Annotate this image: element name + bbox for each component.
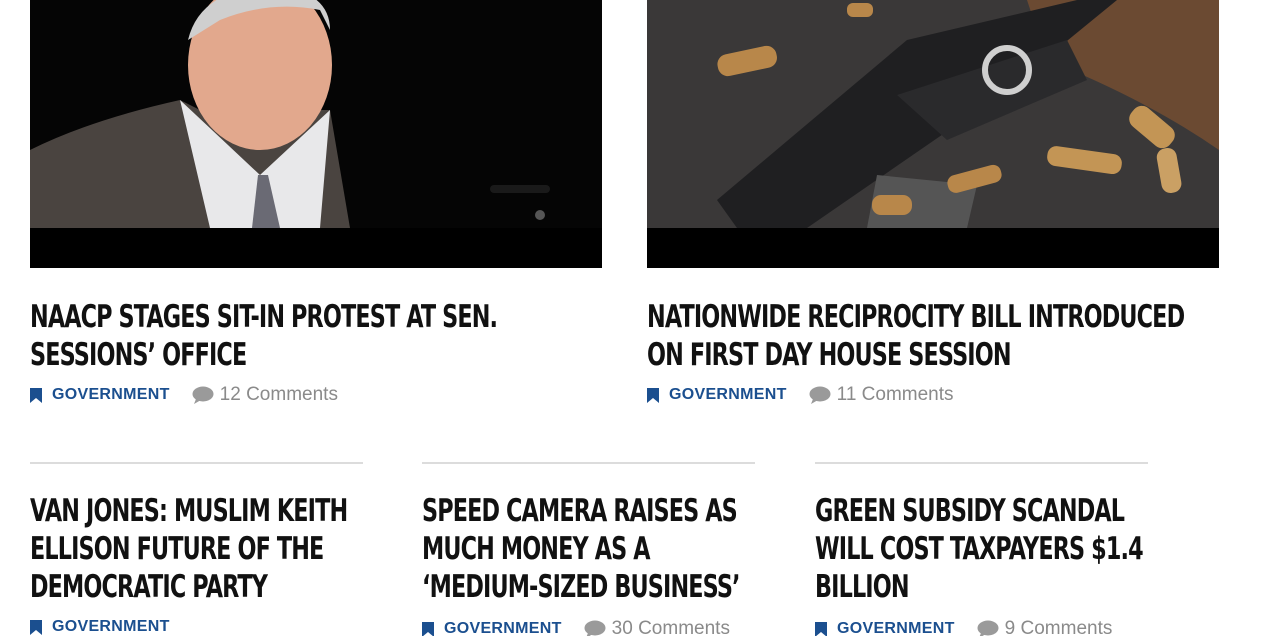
article-card-2[interactable]: SPEED CAMERA RAISES AS MUCH MONEY AS A ‘… [422,462,755,636]
comment-bubble-icon [192,386,214,404]
comment-bubble-icon [809,386,831,404]
pistol-photo [647,0,1219,228]
divider [815,462,1148,464]
category-link[interactable]: GOVERNMENT [815,620,955,636]
comments-link[interactable]: 30 Comments [584,618,730,636]
article-meta: GOVERNMENT 30 Comments [422,618,730,636]
category-link[interactable]: GOVERNMENT [30,386,170,404]
article-image[interactable] [30,0,602,268]
category-link[interactable]: GOVERNMENT [647,386,787,404]
article-meta: GOVERNMENT 11 Comments [647,384,954,406]
article-meta: GOVERNMENT [30,618,170,636]
category-label: GOVERNMENT [52,618,170,635]
featured-article-1[interactable]: NAACP STAGES SIT-IN PROTEST AT SEN. SESS… [30,0,602,405]
bookmark-icon [647,387,659,403]
comment-bubble-icon [977,620,999,636]
article-image[interactable] [647,0,1219,268]
divider [30,462,363,464]
article-title[interactable]: NAACP STAGES SIT-IN PROTEST AT SEN. SESS… [30,298,606,374]
article-meta: GOVERNMENT 9 Comments [815,618,1112,636]
speaker-photo [30,0,602,228]
featured-article-2[interactable]: NATIONWIDE RECIPROCITY BILL INTRODUCED O… [647,0,1219,405]
comments-count: 12 Comments [219,384,338,405]
category-label: GOVERNMENT [52,386,170,403]
article-title[interactable]: NATIONWIDE RECIPROCITY BILL INTRODUCED O… [647,298,1223,374]
comments-count: 9 Comments [1004,618,1113,636]
category-label: GOVERNMENT [444,620,562,636]
category-label: GOVERNMENT [837,620,955,636]
category-link[interactable]: GOVERNMENT [422,620,562,636]
category-link[interactable]: GOVERNMENT [30,618,170,636]
comments-count: 30 Comments [611,618,730,636]
comment-bubble-icon [584,620,606,636]
bookmark-icon [422,621,434,636]
category-label: GOVERNMENT [669,386,787,403]
article-meta: GOVERNMENT 12 Comments [30,384,338,406]
article-title[interactable]: VAN JONES: MUSLIM KEITH ELLISON FUTURE O… [30,492,376,606]
comments-link[interactable]: 9 Comments [977,618,1113,636]
bookmark-icon [815,621,827,636]
bookmark-icon [30,619,42,635]
article-title[interactable]: GREEN SUBSIDY SCANDAL WILL COST TAXPAYER… [815,492,1161,606]
bookmark-icon [30,387,42,403]
article-title[interactable]: SPEED CAMERA RAISES AS MUCH MONEY AS A ‘… [422,492,768,606]
article-card-3[interactable]: GREEN SUBSIDY SCANDAL WILL COST TAXPAYER… [815,462,1148,636]
comments-link[interactable]: 12 Comments [192,384,338,406]
comments-link[interactable]: 11 Comments [809,384,954,406]
divider [422,462,755,464]
article-card-1[interactable]: VAN JONES: MUSLIM KEITH ELLISON FUTURE O… [30,462,363,635]
comments-count: 11 Comments [836,384,954,405]
